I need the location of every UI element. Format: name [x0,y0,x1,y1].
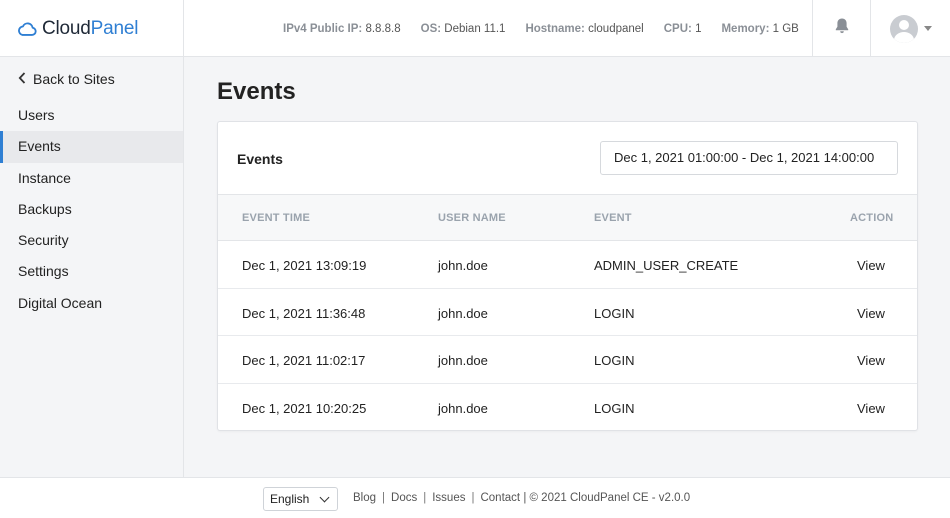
system-info: IPv4 Public IP: 8.8.8.8 OS: Debian 11.1 … [283,0,819,57]
sidebar-item-digital-ocean[interactable]: Digital Ocean [0,288,183,319]
sidebar-nav: Users Events Instance Backups Security S… [0,100,183,319]
event-cell: LOGIN [594,400,635,416]
chevron-down-icon [319,492,330,503]
sidebar-item-backups[interactable]: Backups [0,194,183,225]
event-cell: LOGIN [594,353,635,368]
footer-links: Blog | Docs | Issues | Contact | © 2021 CloudP… [353,492,691,504]
card-header: Events Dec 1, 2021 01:00:00 - Dec 1, 202… [218,122,917,195]
sidebar-item-events[interactable]: Events [0,131,183,163]
page-title: Events [217,78,296,105]
user-menu[interactable] [870,0,950,57]
event-time-cell: Dec 1, 2021 13:09:19 [242,258,367,273]
column-header-event-time[interactable]: EVENT TIME [242,212,310,224]
sysinfo-memory: Memory: 1 GB [721,22,799,35]
date-range-input[interactable]: Dec 1, 2021 01:00:00 - Dec 1, 2021 14:00… [600,141,898,175]
card-title: Events [237,151,283,167]
user-name-cell: john.doe [438,400,488,416]
footer-link-docs[interactable]: Docs [391,492,417,504]
language-select-value: English [270,492,310,506]
footer: English Blog | Docs | Issues | Contact | © 202… [0,477,950,518]
event-time-cell: Dec 1, 2021 10:20:25 [242,400,367,416]
language-select[interactable]: English [263,487,338,511]
footer-link-contact[interactable]: Contact [480,492,520,504]
sidebar-item-security[interactable]: Security [0,225,183,256]
chevron-down-icon [924,26,932,31]
table-row: Dec 1, 2021 11:02:17 john.doe LOGIN View [218,336,917,384]
back-to-sites-link[interactable]: Back to Sites [18,71,115,87]
view-link[interactable]: View [857,401,885,416]
user-name-cell: john.doe [438,305,488,321]
column-header-event[interactable]: EVENT [594,212,632,224]
sysinfo-hostname: Hostname: cloudpanel [525,22,644,35]
notifications-button[interactable] [812,0,870,57]
event-cell: ADMIN_USER_CREATE [594,258,739,273]
bell-icon [834,17,850,40]
column-header-action: ACTION [850,212,894,224]
table-row: Dec 1, 2021 11:36:48 john.doe LOGIN View [218,289,917,336]
footer-copyright: | © 2021 CloudPanel CE - v2.0.0 [523,492,691,504]
view-link[interactable]: View [857,353,885,368]
footer-link-blog[interactable]: Blog [353,492,376,504]
view-link[interactable]: View [857,258,885,273]
cloud-logo-icon [16,18,38,40]
event-time-cell: Dec 1, 2021 11:02:17 [242,353,366,368]
sidebar-item-settings[interactable]: Settings [0,256,183,287]
sysinfo-ip: IPv4 Public IP: 8.8.8.8 [283,22,401,35]
user-avatar [890,14,918,43]
logo[interactable]: CloudPanel [0,0,184,57]
top-header: CloudPanel IPv4 Public IP: 8.8.8.8 OS: D… [0,0,950,57]
event-time-cell: Dec 1, 2021 11:36:48 [242,305,366,321]
sidebar-item-users[interactable]: Users [0,100,183,131]
sysinfo-os: OS: Debian 11.1 [420,22,506,35]
footer-link-issues[interactable]: Issues [432,492,465,504]
events-card: Events Dec 1, 2021 01:00:00 - Dec 1, 202… [217,121,918,431]
table-header: EVENT TIME USER NAME EVENT ACTION [218,195,917,241]
user-name-cell: john.doe [438,353,488,368]
sysinfo-cpu: CPU: 1 [663,22,702,35]
sidebar-item-instance[interactable]: Instance [0,163,183,194]
logo-text: CloudPanel [42,17,139,39]
chevron-left-icon [18,71,26,87]
table-row: Dec 1, 2021 13:09:19 john.doe ADMIN_USER… [218,241,917,289]
back-to-sites-label: Back to Sites [33,71,115,87]
view-link[interactable]: View [857,306,885,321]
sidebar: Back to Sites Users Events Instance Back… [0,57,184,477]
table-row: Dec 1, 2021 10:20:25 john.doe LOGIN View [218,384,917,432]
user-name-cell: john.doe [438,258,488,273]
column-header-user-name[interactable]: USER NAME [438,212,506,224]
event-cell: LOGIN [594,305,635,321]
